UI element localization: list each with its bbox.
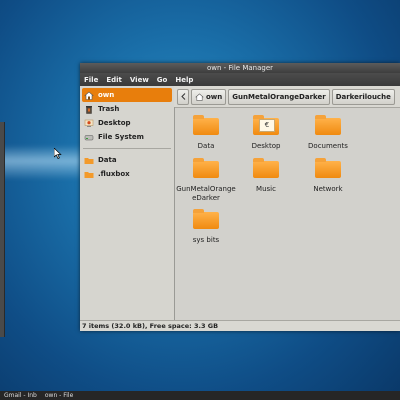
breadcrumb-label: GunMetalOrangeDarker [232, 92, 326, 101]
status-bar: 7 items (32.0 kB), Free space: 3.3 GB [80, 320, 400, 331]
sidebar-bookmark-data[interactable]: Data [80, 153, 174, 167]
mouse-cursor-icon [54, 148, 62, 159]
file-item-desktop[interactable]: € Desktop [237, 115, 295, 151]
desktop-icon [84, 119, 94, 127]
menu-edit[interactable]: Edit [102, 76, 126, 84]
background-window-edge [0, 122, 5, 337]
file-item-gunmetal[interactable]: GunMetalOrange eDarker [176, 158, 236, 203]
file-item-documents[interactable]: Documents [299, 115, 357, 151]
file-item-network[interactable]: Network [299, 158, 357, 194]
trash-icon [86, 105, 92, 114]
menu-view[interactable]: View [126, 76, 153, 84]
folder-icon [84, 157, 94, 164]
folder-icon [193, 115, 219, 135]
folder-icon [315, 158, 341, 178]
home-icon [195, 93, 204, 101]
sidebar-item-label: Trash [98, 105, 120, 113]
folder-icon [193, 158, 219, 178]
drive-icon [84, 134, 94, 140]
menu-bar: File Edit View Go Help [80, 73, 400, 86]
home-icon [84, 91, 94, 100]
folder-icon [84, 171, 94, 178]
breadcrumb-label: Darkerilouche [335, 92, 391, 101]
file-label: Desktop [251, 142, 281, 150]
file-label: Data [197, 142, 215, 150]
sidebar-item-desktop[interactable]: Desktop [80, 116, 174, 130]
file-label: Network [313, 185, 343, 193]
breadcrumb-label: own [206, 92, 223, 101]
file-label: Music [256, 185, 276, 193]
desktop-folder-icon: € [253, 115, 279, 135]
menu-go[interactable]: Go [153, 76, 172, 84]
back-button[interactable] [177, 88, 189, 105]
folder-icon [315, 115, 341, 135]
sidebar-item-own[interactable]: own [82, 88, 172, 102]
breadcrumb-own[interactable]: own [191, 88, 227, 105]
chevron-left-icon [180, 93, 185, 100]
folder-icon [193, 209, 219, 229]
file-label: sys bits [192, 236, 220, 244]
sidebar-item-label: own [98, 91, 115, 99]
sidebar-bookmark-fluxbox[interactable]: .fluxbox [80, 167, 174, 181]
sidebar-item-label: File System [98, 133, 144, 141]
sidebar-item-trash[interactable]: Trash [80, 102, 174, 116]
menu-file[interactable]: File [80, 76, 102, 84]
file-label: Documents [308, 142, 348, 150]
path-bar: own GunMetalOrangeDarker Darkerilouche [174, 86, 400, 107]
wallpaper-splash [0, 145, 80, 180]
sidebar-item-filesystem[interactable]: File System [80, 130, 174, 144]
file-item-sysbits[interactable]: sys bits [177, 209, 235, 245]
sidebar-item-label: Desktop [98, 119, 131, 127]
taskbar: Gmail - Inb own - File [0, 391, 400, 400]
sidebar-item-label: .fluxbox [98, 170, 130, 178]
folder-icon [253, 158, 279, 178]
taskbar-item-gmail[interactable]: Gmail - Inb [0, 392, 41, 399]
desktop-badge-icon: € [259, 119, 275, 132]
breadcrumb-gunmetal[interactable]: GunMetalOrangeDarker [228, 88, 330, 105]
menu-help[interactable]: Help [171, 76, 197, 84]
taskbar-item-file-manager[interactable]: own - File [41, 392, 77, 399]
file-manager-window[interactable]: own - File Manager File Edit View Go Hel… [80, 63, 400, 331]
file-item-music[interactable]: Music [237, 158, 295, 194]
file-view[interactable]: Data € Desktop Documents GunMetalOrange … [175, 107, 400, 321]
file-label: GunMetalOrange eDarker [176, 185, 236, 202]
sidebar-divider [83, 148, 171, 149]
window-title[interactable]: own - File Manager [80, 63, 400, 73]
breadcrumb-darkerilouche[interactable]: Darkerilouche [331, 88, 395, 105]
sidebar-item-label: Data [98, 156, 117, 164]
file-item-data[interactable]: Data [177, 115, 235, 151]
sidebar: own Trash Desktop File System Data .flux… [80, 86, 175, 321]
